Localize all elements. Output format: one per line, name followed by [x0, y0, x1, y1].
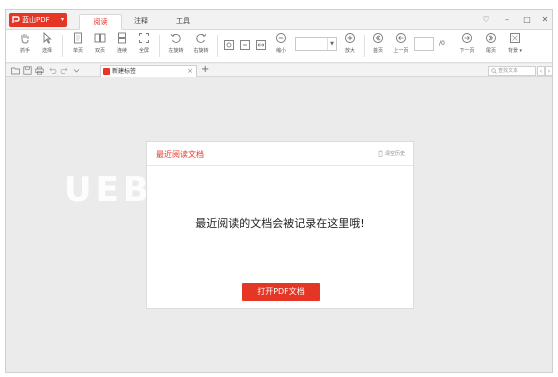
pdf-file-icon	[103, 68, 110, 75]
minimize-button[interactable]: –	[500, 13, 514, 27]
toolbar-divider	[217, 35, 218, 57]
app-name: 蓝山PDF	[22, 16, 50, 24]
background-icon	[510, 33, 520, 43]
open-folder-icon[interactable]	[11, 66, 20, 75]
next-page-button[interactable]: 下一页	[456, 32, 478, 54]
single-page-icon	[74, 32, 82, 44]
undo-icon[interactable]	[48, 66, 57, 75]
continuous-page-icon	[118, 32, 126, 44]
zoom-in-button[interactable]: 放大	[339, 32, 361, 54]
rotate-left-button[interactable]: 左旋转	[163, 32, 189, 54]
search-prev-button[interactable]: ‹	[537, 66, 545, 76]
fullscreen-button[interactable]: 全屏	[133, 32, 155, 54]
add-tab-button[interactable]: +	[201, 64, 209, 76]
app-window: 蓝山PDF ▾ 阅读 注释 工具 ♡ – □ ✕ 抓手 选择 单页 双页 连续 …	[5, 9, 553, 373]
background-button[interactable]: 背景 ▾	[502, 32, 528, 54]
app-logo-menu[interactable]: 蓝山PDF ▾	[9, 13, 67, 27]
panel-title: 最近阅读文档	[156, 150, 204, 159]
cursor-icon	[43, 32, 52, 44]
close-tab-icon[interactable]: ×	[187, 66, 193, 77]
toolbar-divider	[62, 35, 63, 57]
search-placeholder: 查找文本	[498, 68, 519, 74]
zoom-out-button[interactable]: 缩小	[270, 32, 292, 54]
clear-history-button[interactable]: 清空历史	[378, 150, 405, 157]
fit-width-icon[interactable]	[255, 39, 267, 51]
page-number-input[interactable]	[414, 37, 434, 51]
dropdown-arrow-icon[interactable]	[72, 66, 81, 75]
hand-tool-button[interactable]: 抓手	[14, 32, 36, 54]
chevron-down-icon: ▼	[327, 38, 336, 50]
title-bar: 蓝山PDF ▾ 阅读 注释 工具 ♡ – □ ✕	[6, 10, 552, 30]
tab-read[interactable]: 阅读	[79, 14, 122, 30]
trash-icon	[378, 150, 383, 157]
last-page-icon	[486, 33, 496, 43]
search-next-button[interactable]: ›	[545, 66, 552, 76]
tab-tools[interactable]: 工具	[166, 14, 200, 30]
clear-history-label: 清空历史	[384, 151, 405, 157]
maximize-button[interactable]: □	[520, 13, 534, 27]
page-total: /0	[439, 40, 445, 47]
continuous-button[interactable]: 连续	[111, 32, 133, 54]
ribbon-toolbar: 抓手 选择 单页 双页 连续 全屏 左旋转 右旋转 缩小 ▼ 放大 首页 上一页…	[6, 30, 552, 63]
document-tab-title: 新建标签	[112, 68, 137, 75]
rotate-left-icon	[170, 33, 181, 43]
close-button[interactable]: ✕	[538, 13, 552, 27]
double-page-icon	[94, 33, 106, 43]
zoom-level-select[interactable]: ▼	[295, 37, 337, 51]
empty-state-message: 最近阅读的文档会被记录在这里哦!	[195, 217, 365, 230]
print-icon[interactable]	[35, 66, 44, 75]
select-tool-button[interactable]: 选择	[36, 32, 58, 54]
zoom-out-icon	[276, 33, 286, 43]
rotate-right-icon	[196, 33, 207, 43]
fit-page-icon[interactable]	[239, 39, 251, 51]
prev-page-button[interactable]: 上一页	[390, 32, 412, 54]
double-page-button[interactable]: 双页	[89, 32, 111, 54]
hand-icon	[21, 34, 29, 44]
rotate-right-button[interactable]: 右旋转	[188, 32, 214, 54]
zoom-in-icon	[345, 33, 355, 43]
search-text-input[interactable]: 查找文本	[488, 66, 536, 76]
tab-annotate[interactable]: 注释	[124, 14, 158, 30]
redo-icon[interactable]	[60, 66, 69, 75]
first-page-icon	[373, 33, 383, 43]
toolbar-divider	[364, 35, 365, 57]
document-tab[interactable]: 新建标签 ×	[100, 65, 197, 77]
recent-documents-panel: 最近阅读文档 清空历史 最近阅读的文档会被记录在这里哦! 打开PDF文档	[146, 141, 414, 309]
arrow-right-icon	[462, 33, 472, 43]
actual-size-icon[interactable]	[223, 39, 235, 51]
toolbar-divider	[159, 35, 160, 57]
last-page-button[interactable]: 尾页	[480, 32, 502, 54]
panel-header: 最近阅读文档 清空历史	[147, 142, 413, 166]
single-page-button[interactable]: 单页	[67, 32, 89, 54]
open-pdf-button[interactable]: 打开PDF文档	[242, 283, 320, 301]
document-tab-strip: 新建标签 × + 查找文本 ‹ ›	[6, 64, 552, 77]
pdf-logo-icon	[12, 16, 20, 23]
arrow-left-icon	[396, 33, 406, 43]
chevron-down-icon: ▾	[60, 16, 64, 23]
first-page-button[interactable]: 首页	[367, 32, 389, 54]
save-icon[interactable]	[23, 66, 32, 75]
skin-icon[interactable]: ♡	[479, 13, 493, 27]
search-icon	[491, 68, 497, 74]
fullscreen-icon	[139, 33, 149, 43]
